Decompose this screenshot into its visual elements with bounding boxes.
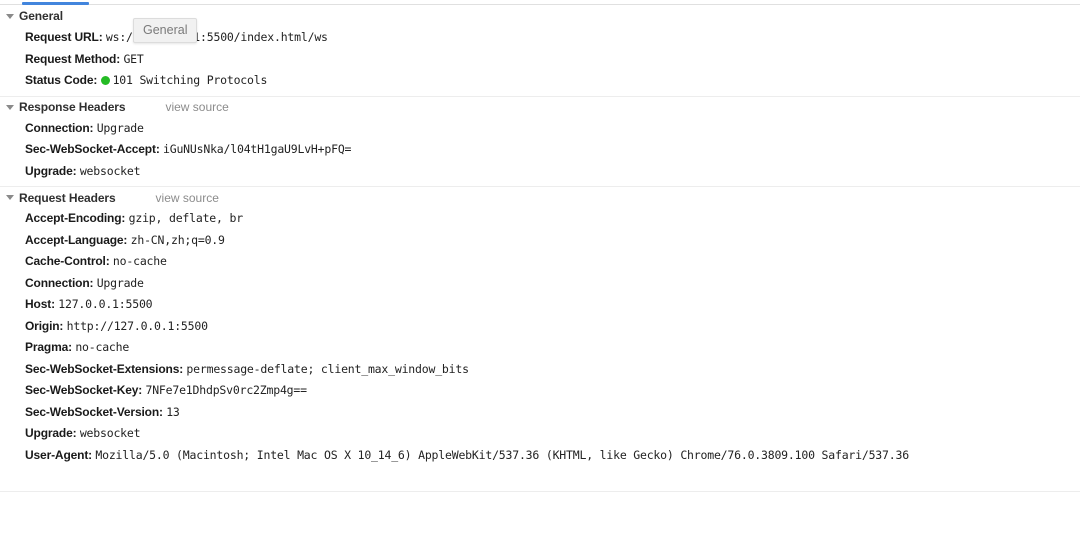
header-row: Cache-Control: no-cache [0, 251, 1080, 273]
header-value: Upgrade [96, 275, 144, 290]
header-value: zh-CN,zh;q=0.9 [130, 232, 225, 247]
header-name: Upgrade: [25, 163, 77, 178]
view-source-link[interactable]: view source [165, 100, 228, 114]
header-row: Sec-WebSocket-Accept: iGuNUsNka/l04tH1ga… [0, 139, 1080, 161]
section-title: General [19, 9, 63, 23]
header-value: no-cache [112, 254, 167, 268]
header-name: Connection: [25, 120, 94, 135]
header-rows: Accept-Encoding: gzip, deflate, br Accept… [0, 208, 1080, 470]
header-row: Connection: Upgrade [0, 118, 1080, 140]
triangle-down-icon[interactable] [6, 195, 14, 200]
header-name: Pragma: [25, 340, 72, 354]
header-value: permessage-deflate; client_max_window_bi… [186, 361, 469, 376]
header-row: Status Code: 101 Switching Protocols [0, 70, 1080, 92]
section-request-headers: Request Headers view source Accept-Encodin… [0, 186, 1080, 470]
header-value: http://127.0.0.1:5500 [66, 318, 208, 333]
header-name: Status Code: [25, 73, 98, 87]
header-name: Sec-WebSocket-Accept: [25, 142, 160, 156]
header-row: Request Method: GET [0, 49, 1080, 71]
header-row: Sec-WebSocket-Key: 7NFe7e1DhdpSv0rc2Zmp4… [0, 380, 1080, 402]
headers-panel: General Request URL: ws://127.0.0.1:5500/… [0, 5, 1080, 470]
header-name: Accept-Encoding: [25, 211, 126, 225]
header-rows: Connection: Upgrade Sec-WebSocket-Accept:… [0, 118, 1080, 187]
header-name: Origin: [25, 318, 64, 333]
header-row: Upgrade: websocket [0, 161, 1080, 183]
header-value: Upgrade [96, 120, 144, 135]
header-value: 13 [166, 404, 180, 419]
status-ok-icon [100, 76, 110, 85]
header-value: 7NFe7e1DhdpSv0rc2Zmp4g== [145, 383, 307, 397]
header-name: Cache-Control: [25, 254, 110, 268]
header-value: Mozilla/5.0 (Macintosh; Intel Mac OS X 1… [95, 447, 909, 462]
header-row: Sec-WebSocket-Version: 13 [0, 402, 1080, 424]
header-row: Origin: http://127.0.0.1:5500 [0, 316, 1080, 338]
section-header[interactable]: Response Headers view source [0, 95, 1080, 118]
header-row: Accept-Encoding: gzip, deflate, br [0, 208, 1080, 230]
header-row: Host: 127.0.0.1:5500 [0, 294, 1080, 316]
view-source-link[interactable]: view source [156, 191, 219, 205]
panel-bottom-divider [0, 491, 1080, 492]
header-name: Request Method: [25, 51, 121, 66]
header-row: Pragma: no-cache [0, 337, 1080, 359]
header-name: Request URL: [25, 30, 103, 44]
triangle-down-icon[interactable] [6, 104, 14, 110]
header-value: GET [123, 51, 144, 66]
header-name: Sec-WebSocket-Extensions: [25, 361, 184, 376]
header-row: Connection: Upgrade [0, 273, 1080, 295]
section-title: Response Headers [19, 100, 126, 114]
header-value: 101 Switching Protocols [112, 73, 268, 87]
header-row: Sec-WebSocket-Extensions: permessage-def… [0, 359, 1080, 381]
header-name: Connection: [25, 275, 94, 290]
header-value: iGuNUsNka/l04tH1gaU9LvH+pFQ= [163, 142, 352, 156]
header-value: 127.0.0.1:5500 [58, 297, 153, 311]
header-value: websocket [79, 163, 141, 178]
header-value: websocket [79, 426, 141, 440]
triangle-down-icon[interactable] [6, 13, 14, 19]
header-value: no-cache [75, 340, 130, 354]
header-row: User-Agent: Mozilla/5.0 (Macintosh; Inte… [0, 445, 1080, 467]
header-name: Host: [25, 297, 55, 311]
header-name: Sec-WebSocket-Key: [25, 383, 143, 397]
header-name: Accept-Language: [25, 232, 128, 247]
header-row: Accept-Language: zh-CN,zh;q=0.9 [0, 230, 1080, 252]
header-row: Upgrade: websocket [0, 423, 1080, 445]
section-response-headers: Response Headers view source Connection: U… [0, 95, 1080, 187]
section-title: Request Headers [19, 190, 116, 205]
section-header[interactable]: Request Headers view source [0, 186, 1080, 208]
header-name: Sec-WebSocket-Version: [25, 404, 163, 419]
header-name: Upgrade: [25, 426, 77, 440]
general-tooltip: General [133, 18, 198, 43]
header-value: gzip, deflate, br [128, 211, 244, 225]
header-name: User-Agent: [25, 447, 93, 462]
